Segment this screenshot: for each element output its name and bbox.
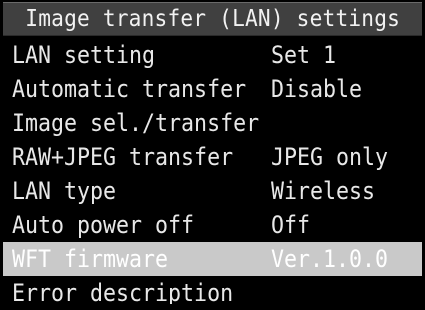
menu-item-value: Wireless — [271, 177, 376, 205]
menu-item-label: Error description — [12, 279, 234, 304]
menu-item-label: Automatic transfer — [12, 75, 247, 103]
menu-item-automatic-transfer[interactable]: Automatic transfer Disable — [3, 72, 422, 106]
menu-item-wft-firmware[interactable]: WFT firmware Ver.1.0.0 — [3, 242, 422, 276]
menu-item-label: LAN type — [12, 177, 117, 205]
menu-item-label: WFT firmware — [12, 245, 169, 273]
menu-item-label: LAN setting — [12, 41, 156, 69]
menu-item-value: JPEG only — [271, 143, 389, 171]
menu-item-label: Image sel./transfer — [12, 109, 260, 137]
menu-item-label: Auto power off — [12, 211, 195, 239]
menu-item-value: Off — [271, 211, 311, 239]
menu-item-label: RAW+JPEG transfer — [12, 143, 234, 171]
menu-item-error-description[interactable]: Error description — [3, 276, 422, 304]
menu-item-image-sel-transfer[interactable]: Image sel./transfer — [3, 106, 422, 140]
menu-item-value: Set 1 — [271, 41, 337, 69]
menu-item-raw-jpeg-transfer[interactable]: RAW+JPEG transfer JPEG only — [3, 140, 422, 174]
camera-menu-screen: Image transfer (LAN) settings LAN settin… — [0, 0, 425, 310]
menu-item-value: Ver.1.0.0 — [271, 245, 389, 273]
menu-item-value: Disable — [271, 75, 363, 103]
page-title: Image transfer (LAN) settings — [25, 6, 400, 32]
menu-item-lan-setting[interactable]: LAN setting Set 1 — [3, 38, 422, 72]
settings-menu-list: LAN setting Set 1 Automatic transfer Dis… — [3, 38, 422, 304]
menu-item-lan-type[interactable]: LAN type Wireless — [3, 174, 422, 208]
menu-title-bar: Image transfer (LAN) settings — [3, 2, 422, 36]
menu-item-auto-power-off[interactable]: Auto power off Off — [3, 208, 422, 242]
